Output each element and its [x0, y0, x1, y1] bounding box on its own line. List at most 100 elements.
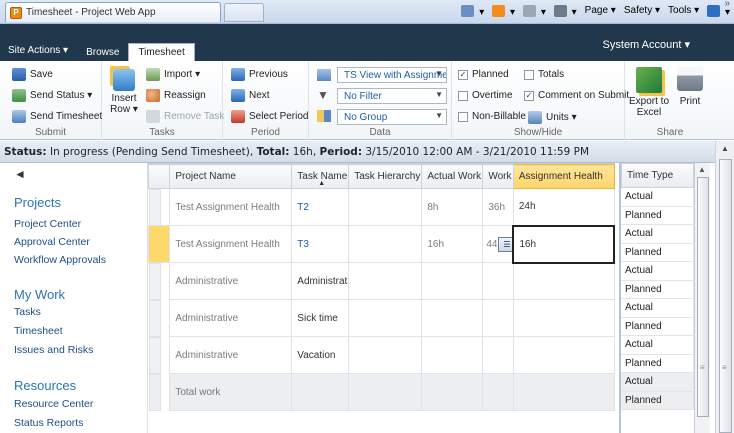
- cell-hier[interactable]: [348, 373, 423, 411]
- command-tools[interactable]: Tools ▾: [668, 5, 699, 21]
- remove-task-button[interactable]: Remove Task: [146, 110, 224, 123]
- export-excel-button[interactable]: Export to Excel: [627, 67, 671, 118]
- cell-hier[interactable]: [348, 262, 423, 300]
- nav-item-issues-and-risks[interactable]: Issues and Risks: [14, 344, 93, 356]
- row-selector[interactable]: [148, 373, 161, 411]
- next-period-button[interactable]: Next: [231, 89, 270, 102]
- cell-actual[interactable]: 8h: [421, 188, 484, 226]
- scroll-up-icon[interactable]: ▲: [698, 165, 706, 174]
- table-row[interactable]: Administrative Sick time: [148, 299, 615, 337]
- table-row[interactable]: Test Assignment Health T3 16h 44 ☰ 16h: [147, 224, 615, 264]
- cell-task[interactable]: [291, 373, 350, 411]
- time-type-cell[interactable]: Planned: [621, 317, 694, 336]
- table-row[interactable]: Administrative Administrat: [148, 262, 615, 300]
- command-page[interactable]: Page ▾: [585, 5, 616, 21]
- cell-actual[interactable]: [421, 299, 484, 337]
- select-period-button[interactable]: Select Period: [231, 110, 308, 123]
- cell-work[interactable]: [482, 336, 514, 374]
- scroll-up-icon[interactable]: ▲: [721, 144, 729, 153]
- overtime-checkbox[interactable]: Overtime: [458, 90, 513, 101]
- nav-item-approval-center[interactable]: Approval Center: [14, 236, 90, 248]
- cell-hier[interactable]: [348, 188, 423, 226]
- collapse-nav-icon[interactable]: ◄: [14, 167, 26, 181]
- cell-project[interactable]: Administrative: [169, 262, 293, 300]
- column-header-work[interactable]: Work: [482, 164, 514, 189]
- time-type-cell[interactable]: Actual: [621, 336, 694, 355]
- cell-work[interactable]: [482, 373, 514, 411]
- units-button[interactable]: Units ▾: [528, 111, 577, 124]
- filter-select[interactable]: No Filter ▼: [337, 88, 447, 104]
- cell-work[interactable]: 44 ☰: [482, 225, 514, 263]
- time-type-cell[interactable]: Planned: [621, 280, 694, 299]
- more-commands-icon[interactable]: »: [724, 0, 730, 9]
- cell-actual[interactable]: [421, 336, 484, 374]
- command-safety[interactable]: Safety ▾: [624, 5, 660, 21]
- time-type-cell[interactable]: Actual: [621, 188, 694, 207]
- time-type-cell[interactable]: Planned: [621, 206, 694, 225]
- nav-item-workflow-approvals[interactable]: Workflow Approvals: [14, 254, 106, 266]
- cell-hier[interactable]: [348, 299, 423, 337]
- insert-row-button[interactable]: Insert Row ▾: [108, 69, 140, 115]
- row-selector[interactable]: [147, 225, 171, 263]
- grid-scrollbar-thumb[interactable]: [697, 177, 709, 417]
- reassign-button[interactable]: Reassign: [146, 89, 206, 102]
- cell-health[interactable]: [512, 336, 615, 374]
- cell-hier[interactable]: [348, 336, 423, 374]
- column-header-assignment-health[interactable]: Assignment Health: [512, 164, 615, 189]
- cell-task[interactable]: T3: [291, 225, 350, 263]
- site-actions-menu[interactable]: Site Actions ▾: [0, 42, 77, 61]
- totals-checkbox[interactable]: Totals: [524, 69, 564, 80]
- time-type-cell[interactable]: Planned: [621, 243, 694, 262]
- save-button[interactable]: Save: [12, 68, 53, 81]
- cell-task[interactable]: T2: [291, 188, 350, 226]
- send-status-button[interactable]: Send Status ▾: [12, 89, 92, 102]
- time-type-cell[interactable]: Actual: [621, 262, 694, 281]
- nav-item-project-center[interactable]: Project Center: [14, 218, 81, 230]
- time-type-cell[interactable]: Planned: [621, 391, 694, 410]
- browser-tab[interactable]: P Timesheet - Project Web App: [5, 2, 221, 22]
- nav-item-status-reports[interactable]: Status Reports: [14, 417, 83, 429]
- column-header-project[interactable]: Project Name: [169, 164, 293, 189]
- view-select[interactable]: TS View with Assignme ▼: [337, 67, 447, 83]
- comment-on-submit-checkbox[interactable]: ✓ Comment on Submit: [524, 90, 629, 101]
- previous-period-button[interactable]: Previous: [231, 68, 288, 81]
- planned-checkbox[interactable]: ✓ Planned: [458, 69, 509, 80]
- account-menu[interactable]: System Account ▾: [603, 38, 690, 51]
- column-header-task[interactable]: Task Name ▲: [291, 164, 350, 189]
- cell-health[interactable]: 16h: [512, 224, 615, 264]
- cell-health[interactable]: [512, 299, 615, 337]
- total-row[interactable]: Total work: [148, 373, 615, 411]
- nav-item-timesheet[interactable]: Timesheet: [14, 325, 63, 337]
- row-selector[interactable]: [148, 263, 161, 300]
- cell-task[interactable]: Administrat: [291, 262, 350, 300]
- table-row[interactable]: Test Assignment Health T2 8h 36h 24h: [148, 188, 615, 226]
- time-type-cell[interactable]: Actual: [621, 373, 694, 392]
- row-selector[interactable]: [148, 336, 161, 374]
- send-timesheet-button[interactable]: Send Timesheet: [12, 110, 102, 123]
- page-scrollbar-thumb[interactable]: [719, 159, 732, 433]
- cell-project[interactable]: Administrative: [169, 336, 293, 374]
- cell-health[interactable]: 24h: [512, 188, 615, 226]
- cell-project[interactable]: Test Assignment Health: [169, 225, 293, 263]
- cell-editor-icon[interactable]: ☰: [498, 236, 513, 252]
- mail-command[interactable]: ▾: [523, 5, 546, 21]
- nav-item-tasks[interactable]: Tasks: [14, 306, 41, 318]
- time-type-header[interactable]: Time Type: [621, 163, 694, 188]
- page-scrollbar[interactable]: ▲ ≡: [715, 141, 734, 433]
- cell-project[interactable]: Test Assignment Health: [169, 188, 293, 226]
- cell-hier[interactable]: [348, 225, 423, 263]
- cell-task[interactable]: Sick time: [291, 299, 350, 337]
- cell-actual[interactable]: [421, 373, 484, 411]
- home-command[interactable]: ▾: [461, 5, 484, 21]
- feeds-command[interactable]: ▾: [492, 5, 515, 21]
- non-billable-checkbox[interactable]: Non-Billable: [458, 111, 526, 122]
- nav-header-projects[interactable]: Projects: [14, 195, 61, 210]
- column-header-hierarchy[interactable]: Task Hierarchy: [348, 164, 423, 189]
- tab-timesheet[interactable]: Timesheet: [128, 43, 195, 62]
- cell-health[interactable]: [512, 373, 615, 411]
- new-tab-button[interactable]: [224, 3, 264, 22]
- time-type-cell[interactable]: Actual: [621, 225, 694, 244]
- cell-work[interactable]: [482, 262, 514, 300]
- import-button[interactable]: Import ▾: [146, 68, 200, 81]
- time-type-cell[interactable]: Planned: [621, 354, 694, 373]
